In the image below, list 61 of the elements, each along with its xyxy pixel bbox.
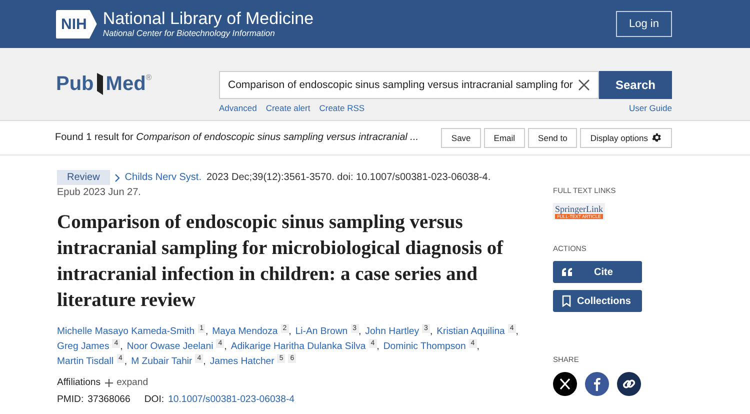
results-summary: Found 1 result for Comparison of endoscopic sinus sampling versus intracranial ... [55, 132, 419, 143]
organization-subtitle: National Center for Biotechnology Information [102, 28, 276, 39]
gear-icon [651, 132, 662, 143]
bookmark-icon [562, 295, 571, 307]
author-link[interactable]: Adikarige Haritha Dulanka Silva [230, 341, 366, 352]
author-link[interactable]: Kristian Aquilina [436, 326, 505, 337]
login-button[interactable]: Log in [616, 11, 672, 37]
expand-link[interactable]: expand [116, 377, 148, 388]
toolbar-button[interactable]: Save [441, 128, 481, 148]
author-link[interactable]: Martin Tisdall [57, 356, 114, 367]
pmid-value: 37368066 [88, 394, 130, 405]
nih-logo[interactable]: NIH [56, 10, 97, 38]
citation-text: 2023 Dec;39(12):3561-3570. doi: 10.1007/s00381-023-06038-4. [206, 172, 491, 183]
search-link[interactable]: Create RSS [319, 103, 365, 113]
pmid-label: PMID: [57, 394, 84, 405]
author-link[interactable]: Maya Mendoza [212, 326, 278, 337]
author-link[interactable]: Dominic Thompson [383, 341, 466, 352]
comma: , [205, 326, 208, 337]
pubmed-logo[interactable]: Pub Med$^{®}$ [56, 73, 219, 95]
comma: , [516, 326, 518, 337]
facebook-share-icon[interactable] [585, 372, 609, 396]
link-share-icon[interactable] [617, 372, 641, 396]
x-share-icon[interactable] [553, 372, 577, 396]
article-title: Comparison of endoscopic sinus sampling versus intracranial sampling for microbiological diagnosis of intracranial infection in children: a case series and literature review [57, 211, 504, 313]
author-link[interactable]: Greg James [57, 341, 110, 352]
user-guide-link[interactable]: User Guide [629, 103, 672, 113]
author-link[interactable]: Michelle Masayo Kameda-Smith [57, 326, 195, 337]
comma: , [288, 326, 292, 337]
epub-date: Epub 2023 Jun 27. [57, 187, 142, 198]
comma: , [376, 341, 380, 352]
comma: , [120, 341, 123, 352]
doi-label: DOI: [144, 394, 164, 405]
quote-icon [562, 268, 572, 276]
toolbar-button[interactable]: Send to [528, 128, 578, 148]
article-type-tag: Review [57, 170, 110, 185]
action-button[interactable]: Cite [553, 261, 642, 283]
comma: , [203, 356, 206, 367]
comma: , [430, 326, 433, 337]
action-button[interactable]: Collections [553, 290, 642, 312]
doi-link[interactable]: 10.1007/s00381-023-06038-4 [168, 394, 295, 405]
organization-title: National Library of Medicine [102, 9, 314, 28]
toolbar-button[interactable]: Display options [580, 128, 672, 148]
close-icon[interactable] [578, 79, 590, 91]
comma: , [476, 341, 480, 352]
author-link[interactable]: M Zubair Tahir [131, 356, 192, 367]
comma: , [358, 326, 362, 337]
search-link[interactable]: Create alert [266, 103, 310, 113]
author-link[interactable]: Noor Owase Jeelani [126, 341, 214, 352]
chevron-right-icon [114, 174, 120, 182]
comma: , [124, 356, 128, 367]
search-link[interactable]: Advanced [219, 103, 257, 113]
search-button[interactable]: Search [599, 71, 672, 99]
author-link[interactable]: Li-An Brown [295, 326, 348, 337]
author-link[interactable]: James Hatcher [210, 356, 274, 367]
journal-link[interactable]: Childs Nerv Syst. [124, 172, 202, 183]
toolbar-button[interactable]: Email [484, 128, 526, 148]
search-field[interactable]: Comparison of endoscopic sinus sampling versus intracranial sampling for [219, 71, 599, 99]
comma: , [224, 341, 227, 352]
plus-icon [104, 378, 113, 386]
author-link[interactable]: John Hartley [365, 326, 420, 337]
affiliations-label: Affiliations [57, 377, 101, 388]
